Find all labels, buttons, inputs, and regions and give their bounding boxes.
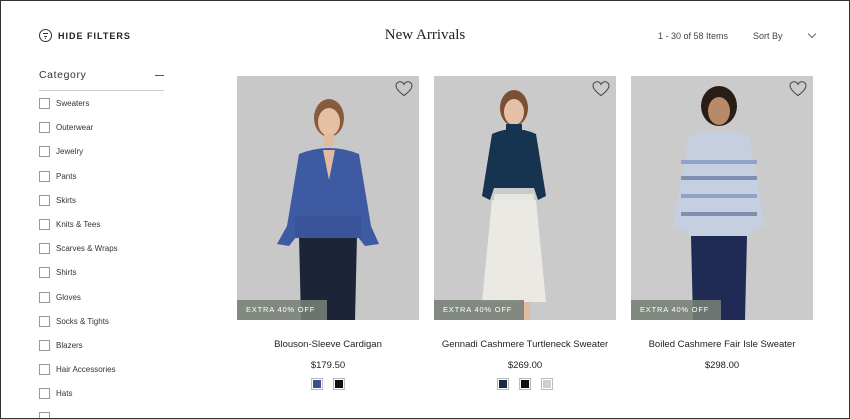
product-image[interactable]: EXTRA 40% OFF — [237, 76, 419, 320]
product-price: $179.50 — [310, 360, 346, 371]
color-swatches — [434, 378, 616, 390]
filter-option[interactable]: Hats — [39, 388, 118, 412]
filter-option[interactable]: Blazers — [39, 339, 118, 364]
category-toggle[interactable]: Category — [39, 69, 164, 91]
checkbox[interactable] — [39, 315, 50, 327]
checkbox[interactable] — [39, 267, 50, 279]
product-name[interactable]: Boiled Cashmere Fair Isle Sweater — [631, 339, 813, 350]
filter-option[interactable]: Gloves — [39, 291, 118, 316]
swatch-grey[interactable] — [541, 378, 553, 390]
filter-label: Socks & Tights — [56, 316, 109, 326]
filter-label: Hair Accessories — [56, 365, 116, 375]
filter-label: Gloves — [56, 292, 81, 302]
product-price: $298.00 — [704, 360, 740, 371]
checkbox[interactable] — [39, 218, 50, 230]
checkbox[interactable] — [39, 98, 50, 109]
product-image[interactable]: EXTRA 40% OFF — [434, 76, 616, 320]
filter-option[interactable]: Shirts — [39, 267, 118, 291]
product-card[interactable]: EXTRA 40% OFF Gennadi Cashmere Turtlenec… — [434, 76, 616, 390]
filter-label: Blazers — [56, 340, 83, 350]
filter-option[interactable]: Outerwear — [39, 122, 118, 146]
discount-badge: EXTRA 40% OFF — [631, 300, 722, 320]
heart-icon[interactable] — [592, 81, 610, 97]
model-photo — [434, 76, 616, 320]
filter-label: Scarves & Wraps — [56, 244, 118, 254]
sort-dropdown[interactable]: Sort By — [753, 29, 816, 41]
model-photo — [631, 76, 813, 320]
filter-option[interactable]: Socks & Tights — [39, 315, 118, 340]
category-filter-list: Sweaters Outerwear Jewelry Pants Skirts … — [39, 98, 118, 418]
filter-label: Knits & Tees — [56, 219, 101, 229]
sort-label: Sort By — [753, 31, 783, 41]
checkbox[interactable] — [39, 194, 50, 206]
checkbox[interactable] — [39, 170, 50, 182]
heart-icon[interactable] — [395, 81, 413, 97]
product-image[interactable]: EXTRA 40% OFF — [631, 76, 813, 320]
product-name[interactable]: Gennadi Cashmere Turtleneck Sweater — [434, 339, 616, 350]
filter-option[interactable]: Jewelry — [39, 146, 118, 170]
checkbox[interactable] — [39, 412, 50, 418]
checkbox[interactable] — [39, 243, 50, 255]
filter-option[interactable]: Sweaters — [39, 98, 118, 122]
checkbox[interactable] — [39, 122, 50, 134]
color-swatches — [237, 378, 419, 390]
filter-label: Hats — [56, 389, 73, 399]
filter-option[interactable]: Scarves & Wraps — [39, 243, 118, 267]
category-label: Category — [39, 69, 87, 81]
product-price: $269.00 — [507, 360, 543, 371]
heart-icon[interactable] — [789, 81, 807, 97]
checkbox[interactable] — [39, 388, 50, 400]
filter-label: Shirts — [56, 268, 77, 278]
swatch-black[interactable] — [519, 378, 531, 390]
swatch-black[interactable] — [333, 378, 345, 390]
collapse-icon — [155, 75, 164, 76]
filter-option[interactable]: Skirts — [39, 194, 118, 219]
product-card[interactable]: EXTRA 40% OFF Boiled Cashmere Fair Isle … — [631, 76, 813, 371]
page: HIDE FILTERS New Arrivals 1 - 30 of 58 I… — [0, 0, 850, 419]
discount-badge: EXTRA 40% OFF — [434, 300, 525, 320]
product-name[interactable]: Blouson-Sleeve Cardigan — [237, 339, 419, 350]
swatch-navy[interactable] — [497, 378, 509, 390]
model-photo — [237, 76, 419, 320]
filter-label: Skirts — [56, 195, 76, 205]
chevron-down-icon — [807, 29, 816, 39]
filter-label: Pants — [56, 171, 77, 181]
filter-label: Jewelry — [56, 147, 84, 157]
discount-badge: EXTRA 40% OFF — [237, 300, 328, 320]
filter-option[interactable]: Hair Accessories — [39, 364, 118, 388]
filter-option[interactable]: Knits & Tees — [39, 218, 118, 243]
filter-label: Sweaters — [56, 99, 90, 108]
checkbox[interactable] — [39, 364, 50, 376]
item-count: 1 - 30 of 58 Items — [658, 31, 729, 41]
filter-label: Outerwear — [56, 123, 94, 133]
filter-option[interactable] — [39, 412, 118, 418]
filter-option[interactable]: Pants — [39, 170, 118, 195]
checkbox[interactable] — [39, 339, 50, 351]
swatch-blue[interactable] — [311, 378, 323, 390]
checkbox[interactable] — [39, 146, 50, 158]
product-card[interactable]: EXTRA 40% OFF Blouson-Sleeve Cardigan $1… — [237, 76, 419, 390]
checkbox[interactable] — [39, 291, 50, 303]
